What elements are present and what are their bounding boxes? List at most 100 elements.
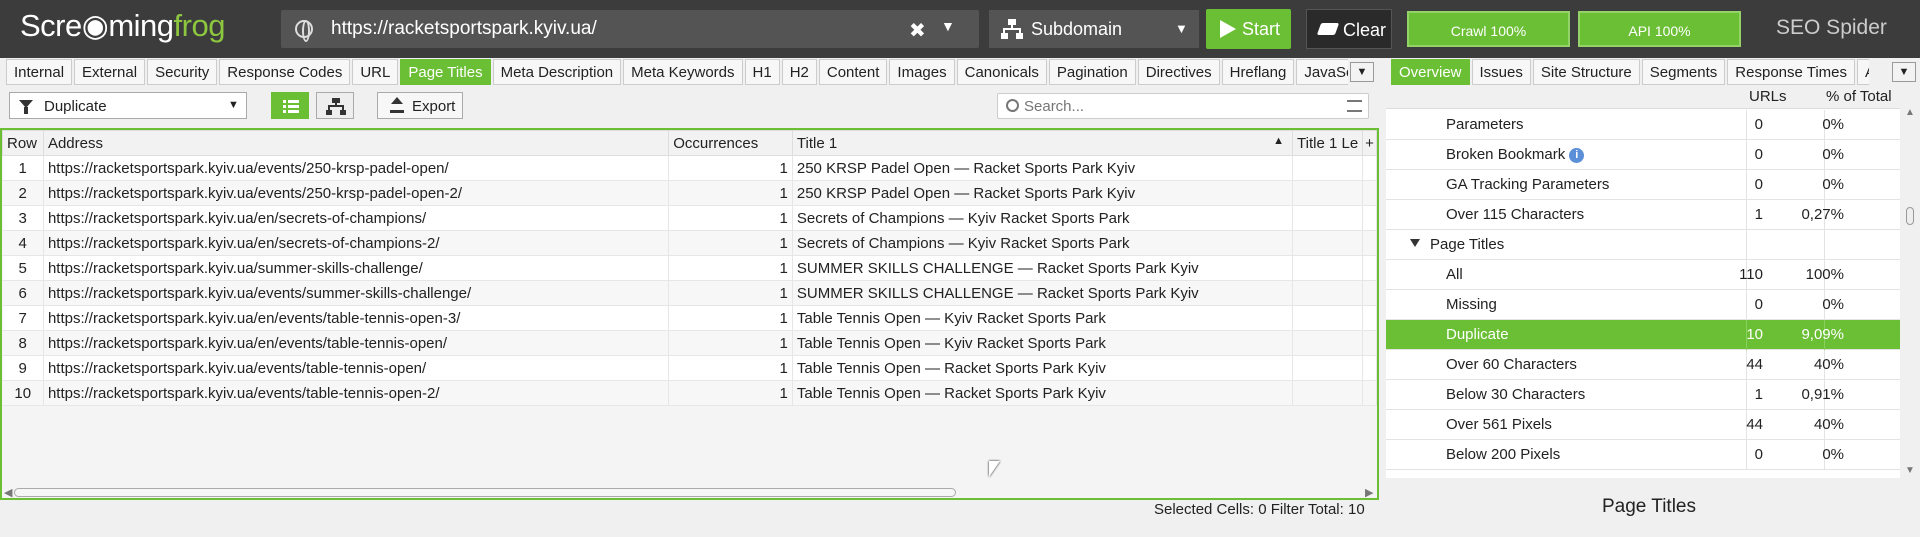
overview-row[interactable]: Broken Bookmark i 0 0% xyxy=(1386,140,1900,170)
start-button[interactable]: Start xyxy=(1206,9,1291,49)
cell-title1-length[interactable] xyxy=(1292,155,1363,181)
tab-pagination[interactable]: Pagination xyxy=(1048,59,1136,85)
cell-address[interactable]: https://racketsportspark.kyiv.ua/events/… xyxy=(43,155,670,181)
overview-row[interactable]: Below 30 Characters 1 0,91% xyxy=(1386,380,1900,410)
cell-row[interactable]: 10 xyxy=(2,380,44,406)
overview-row[interactable]: Over 60 Characters 44 40% xyxy=(1386,350,1900,380)
tree-view-button[interactable] xyxy=(316,92,354,119)
cell-address[interactable]: https://racketsportspark.kyiv.ua/events/… xyxy=(43,180,670,206)
more-right-tabs-dropdown-icon[interactable]: ▼ xyxy=(1892,62,1916,82)
table-row[interactable]: 4 https://racketsportspark.kyiv.ua/en/sec… xyxy=(2,230,1378,256)
tab-h1[interactable]: H1 xyxy=(744,59,780,85)
expand-triangle-icon[interactable] xyxy=(1410,239,1420,247)
clear-url-icon[interactable]: ✖ xyxy=(909,18,926,43)
scroll-up-icon[interactable]: ▲ xyxy=(1905,107,1915,118)
tab-site-structure[interactable]: Site Structure xyxy=(1532,59,1640,85)
table-row[interactable]: 8 https://racketsportspark.kyiv.ua/en/eve… xyxy=(2,330,1378,356)
cell-title1[interactable]: Table Tennis Open — Racket Sports Park K… xyxy=(792,355,1294,381)
tab-h2[interactable]: H2 xyxy=(781,59,817,85)
tab-security[interactable]: Security xyxy=(147,59,218,85)
cell-occurrences[interactable]: 1 xyxy=(668,155,793,181)
scrollbar-thumb[interactable] xyxy=(1906,207,1914,225)
cell-title1[interactable]: Table Tennis Open — Kyiv Racket Sports P… xyxy=(792,330,1294,356)
tab-response-times[interactable]: Response Times xyxy=(1727,59,1856,85)
col-header-row[interactable]: Row xyxy=(2,130,44,156)
cell-occurrences[interactable]: 1 xyxy=(668,255,793,281)
cell-title1[interactable]: Secrets of Champions — Kyiv Racket Sport… xyxy=(792,230,1294,256)
url-input[interactable]: https://racketsportspark.kyiv.ua/ ✖ ▼ xyxy=(281,10,979,48)
tab-internal[interactable]: Internal xyxy=(6,59,73,85)
table-row[interactable]: 2 https://racketsportspark.kyiv.ua/events… xyxy=(2,180,1378,206)
table-row[interactable]: 1 https://racketsportspark.kyiv.ua/events… xyxy=(2,155,1378,181)
cell-title1[interactable]: Table Tennis Open — Kyiv Racket Sports P… xyxy=(792,305,1294,331)
col-header-occurrences[interactable]: Occurrences xyxy=(668,130,793,156)
cell-title1[interactable]: Table Tennis Open — Racket Sports Park K… xyxy=(792,380,1294,406)
col-header-address[interactable]: Address xyxy=(42,130,670,156)
cell-row[interactable]: 7 xyxy=(2,305,44,331)
cell-title1-length[interactable] xyxy=(1292,205,1363,231)
table-row[interactable]: 9 https://racketsportspark.kyiv.ua/events… xyxy=(2,355,1378,381)
cell-row[interactable]: 9 xyxy=(2,355,44,381)
search-input[interactable] xyxy=(1024,97,1324,115)
cell-title1-length[interactable] xyxy=(1292,355,1363,381)
info-icon[interactable]: i xyxy=(1569,148,1585,163)
col-header-title1-length[interactable]: Title 1 Le xyxy=(1292,130,1363,156)
table-row[interactable]: 10 https://racketsportspark.kyiv.ua/event… xyxy=(2,380,1378,406)
cell-title1-length[interactable] xyxy=(1292,280,1363,306)
cell-occurrences[interactable]: 1 xyxy=(668,330,793,356)
url-history-dropdown-icon[interactable]: ▼ xyxy=(941,18,955,34)
cell-row[interactable]: 1 xyxy=(2,155,44,181)
tab-directives[interactable]: Directives xyxy=(1137,59,1220,85)
cell-occurrences[interactable]: 1 xyxy=(668,305,793,331)
tab-meta-description[interactable]: Meta Description xyxy=(492,59,622,85)
cell-address[interactable]: https://racketsportspark.kyiv.ua/events/… xyxy=(43,280,670,306)
cell-title1[interactable]: SUMMER SKILLS CHALLENGE — Racket Sports … xyxy=(792,255,1294,281)
cell-title1-length[interactable] xyxy=(1292,330,1363,356)
cell-address[interactable]: https://racketsportspark.kyiv.ua/en/even… xyxy=(43,330,670,356)
overview-row[interactable]: Over 115 Characters 1 0,27% xyxy=(1386,200,1900,230)
cell-address[interactable]: https://racketsportspark.kyiv.ua/events/… xyxy=(43,380,670,406)
cell-title1-length[interactable] xyxy=(1292,255,1363,281)
tab-url[interactable]: URL xyxy=(352,59,399,85)
overview-row[interactable]: Over 561 Pixels 44 40% xyxy=(1386,410,1900,440)
tab-meta-keywords[interactable]: Meta Keywords xyxy=(623,59,743,85)
cell-occurrences[interactable]: 1 xyxy=(668,380,793,406)
cell-address[interactable]: https://racketsportspark.kyiv.ua/events/… xyxy=(43,355,670,381)
overview-row[interactable]: Below 200 Pixels 0 0% xyxy=(1386,440,1900,470)
cell-title1-length[interactable] xyxy=(1292,230,1363,256)
add-column-icon[interactable]: + xyxy=(1361,130,1378,156)
cell-title1[interactable]: 250 KRSP Padel Open — Racket Sports Park… xyxy=(792,180,1294,206)
tab-images[interactable]: Images xyxy=(889,59,955,85)
scroll-left-icon[interactable]: ◀ xyxy=(4,486,12,499)
table-row[interactable]: 6 https://racketsportspark.kyiv.ua/events… xyxy=(2,280,1378,306)
table-row[interactable]: 5 https://racketsportspark.kyiv.ua/summer… xyxy=(2,255,1378,281)
tab-page-titles[interactable]: Page Titles xyxy=(400,59,491,85)
cell-title1-length[interactable] xyxy=(1292,305,1363,331)
url-text[interactable]: https://racketsportspark.kyiv.ua/ xyxy=(331,18,597,40)
overview-row[interactable]: GA Tracking Parameters 0 0% xyxy=(1386,170,1900,200)
cell-row[interactable]: 8 xyxy=(2,330,44,356)
crawl-mode-select[interactable]: Subdomain ▼ xyxy=(989,10,1199,48)
tab-api[interactable]: API xyxy=(1857,59,1869,85)
cell-occurrences[interactable]: 1 xyxy=(668,280,793,306)
cell-address[interactable]: https://racketsportspark.kyiv.ua/en/secr… xyxy=(43,230,670,256)
tab-overview[interactable]: Overview xyxy=(1391,59,1470,85)
tab-hreflang[interactable]: Hreflang xyxy=(1221,59,1295,85)
cell-address[interactable]: https://racketsportspark.kyiv.ua/summer-… xyxy=(43,255,670,281)
search-options-icon[interactable] xyxy=(1347,100,1362,112)
tab-external[interactable]: External xyxy=(74,59,146,85)
col-header-title1[interactable]: Title 1 ▲ xyxy=(791,130,1294,156)
more-tabs-dropdown-icon[interactable]: ▼ xyxy=(1350,62,1374,82)
cell-row[interactable]: 6 xyxy=(2,280,44,306)
tab-issues[interactable]: Issues xyxy=(1471,59,1531,85)
clear-button[interactable]: Clear xyxy=(1306,9,1392,49)
cell-row[interactable]: 5 xyxy=(2,255,44,281)
cell-row[interactable]: 3 xyxy=(2,205,44,231)
table-row[interactable]: 7 https://racketsportspark.kyiv.ua/en/eve… xyxy=(2,305,1378,331)
overview-section-page-titles[interactable]: Page Titles xyxy=(1386,230,1900,260)
overview-row[interactable]: Missing 0 0% xyxy=(1386,290,1900,320)
cell-row[interactable]: 4 xyxy=(2,230,44,256)
cell-occurrences[interactable]: 1 xyxy=(668,180,793,206)
cell-address[interactable]: https://racketsportspark.kyiv.ua/en/even… xyxy=(43,305,670,331)
export-button[interactable]: Export xyxy=(377,92,463,119)
